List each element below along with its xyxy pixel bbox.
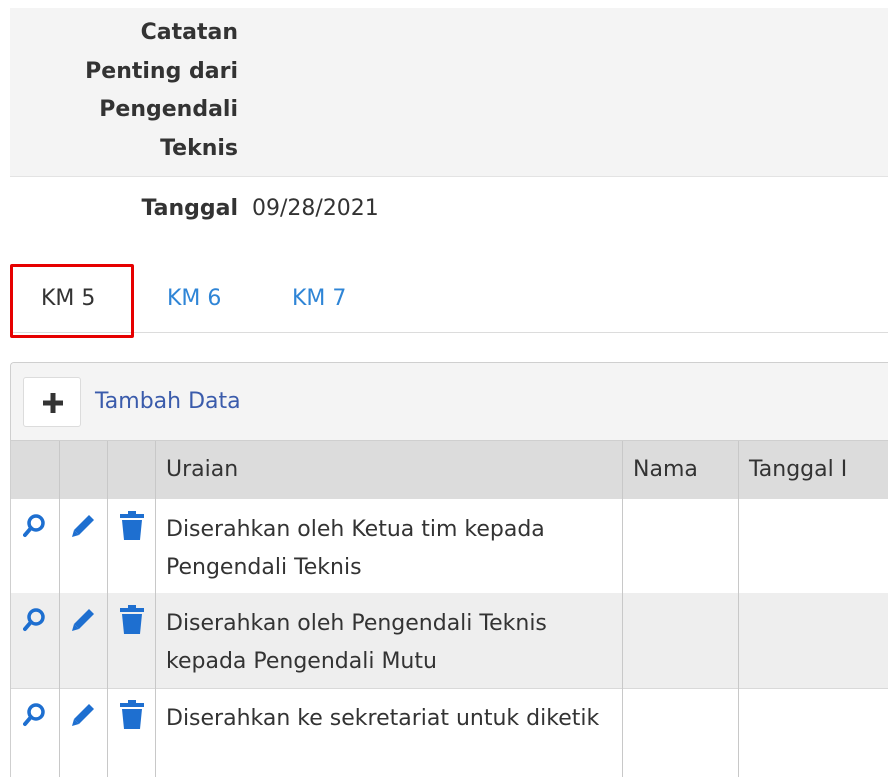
- cell-tanggal: [739, 499, 888, 593]
- pencil-icon[interactable]: [70, 702, 96, 728]
- tab-bar: KM 5 KM 6 KM 7: [10, 264, 888, 333]
- date-value: 09/28/2021: [252, 196, 379, 221]
- header-uraian[interactable]: Uraian: [156, 441, 623, 499]
- search-icon[interactable]: [23, 702, 47, 728]
- cell-uraian: Diserahkan ke sekretariat untuk diketik: [156, 688, 623, 777]
- header-nama[interactable]: Nama: [623, 441, 739, 499]
- pencil-icon[interactable]: [70, 513, 96, 539]
- cell-nama: [623, 499, 739, 593]
- table-header: Uraian Nama Tanggal I: [11, 441, 888, 499]
- cell-uraian: Diserahkan oleh Ketua tim kepada Pengend…: [156, 499, 623, 593]
- add-data-label[interactable]: Tambah Data: [95, 377, 241, 427]
- cell-nama: [623, 688, 739, 777]
- notes-label: Catatan Penting dari Pengendali Teknis: [85, 20, 238, 161]
- table-row: Diserahkan ke sekretariat untuk diketik: [11, 688, 888, 777]
- table-row: Diserahkan oleh Ketua tim kepada Pengend…: [11, 499, 888, 594]
- grid-toolbar: Tambah Data: [11, 363, 888, 441]
- trash-icon[interactable]: [119, 511, 145, 541]
- trash-icon[interactable]: [119, 700, 145, 730]
- search-icon[interactable]: [23, 513, 47, 539]
- table-row: Diserahkan oleh Pengendali Teknis kepada…: [11, 593, 888, 689]
- search-icon[interactable]: [23, 607, 47, 633]
- add-data-button[interactable]: [23, 377, 81, 427]
- cell-tanggal: [739, 593, 888, 688]
- cell-uraian: Diserahkan oleh Pengendali Teknis kepada…: [156, 593, 623, 688]
- header-edit-col: [60, 441, 108, 499]
- header-view-col: [11, 441, 60, 499]
- header-delete-col: [108, 441, 156, 499]
- plus-icon: [43, 393, 63, 413]
- date-label: Tanggal: [141, 196, 238, 221]
- data-grid: Tambah Data Uraian Nama Tanggal I Disera…: [10, 362, 888, 777]
- trash-icon[interactable]: [119, 605, 145, 635]
- active-tab-highlight: [10, 264, 134, 338]
- cell-nama: [623, 593, 739, 688]
- tab-km7[interactable]: KM 7: [292, 264, 346, 332]
- header-tanggal[interactable]: Tanggal I: [739, 441, 888, 499]
- pencil-icon[interactable]: [70, 607, 96, 633]
- tab-km6[interactable]: KM 6: [167, 264, 221, 332]
- cell-tanggal: [739, 688, 888, 777]
